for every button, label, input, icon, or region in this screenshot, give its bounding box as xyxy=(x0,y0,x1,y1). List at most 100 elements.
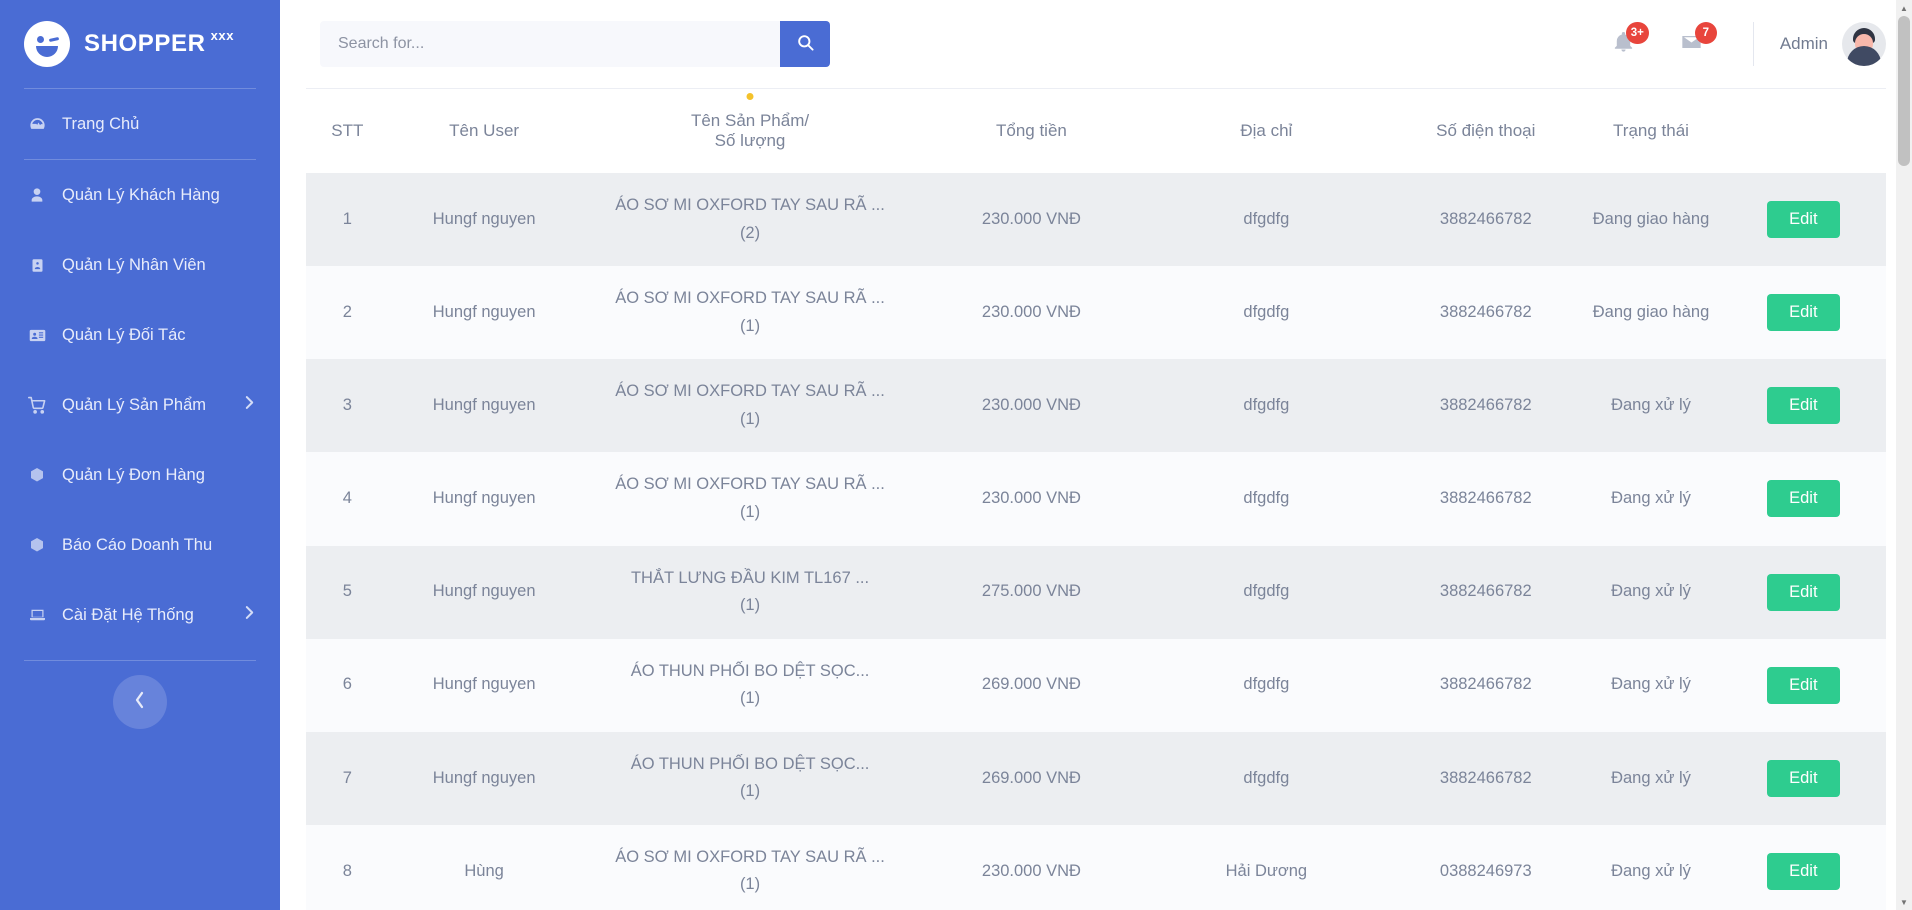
edit-button[interactable]: Edit xyxy=(1767,387,1840,425)
brand-name: SHOPPER xyxy=(84,30,206,57)
cell-stt: 4 xyxy=(342,489,352,508)
cell-address: Hải Dương xyxy=(1225,861,1308,880)
edit-button[interactable]: Edit xyxy=(1767,480,1840,518)
cell-action: Edit xyxy=(1721,452,1886,545)
sidebar-item-quan-ly-doi-tac[interactable]: Quản Lý Đối Tác xyxy=(0,300,280,370)
table-row[interactable]: 3 Hungf nguyen ÁO SƠ MI OXFORD TAY SAU R… xyxy=(306,359,1886,453)
sidebar-item-bao-cao-doanh-thu[interactable]: Báo Cáo Doanh Thu xyxy=(0,510,280,580)
column-header-action xyxy=(1721,89,1886,173)
column-header-user[interactable]: Tên User xyxy=(389,89,580,173)
topbar-right: 3+ 7 Admin xyxy=(1577,22,1886,66)
cell-action: Edit xyxy=(1721,173,1886,266)
cell-product: ÁO SƠ MI OXFORD TAY SAU RÃ ... (2) xyxy=(580,173,921,266)
cell-user: Hungf nguyen xyxy=(432,209,536,228)
sidebar-collapse-button[interactable] xyxy=(113,675,167,729)
cell-product: ÁO SƠ MI OXFORD TAY SAU RÃ ... (1) xyxy=(580,825,921,910)
table-row[interactable]: 4 Hungf nguyen ÁO SƠ MI OXFORD TAY SAU R… xyxy=(306,452,1886,546)
edit-button[interactable]: Edit xyxy=(1767,666,1840,704)
product-name: ÁO SƠ MI OXFORD TAY SAU RÃ ... xyxy=(615,289,885,308)
sidebar-item-quan-ly-san-pham[interactable]: Quản Lý Sản Phẩm xyxy=(0,370,280,440)
cell-phone: 0388246973 xyxy=(1439,861,1532,880)
edit-button[interactable]: Edit xyxy=(1767,201,1840,239)
wink-smiley-icon xyxy=(24,21,70,67)
column-header-product-line2: Số lượng xyxy=(714,131,786,150)
product-name: ÁO SƠ MI OXFORD TAY SAU RÃ ... xyxy=(615,847,885,866)
topbar-separator xyxy=(1752,22,1754,66)
notifications-badge: 3+ xyxy=(1625,22,1649,44)
search-button[interactable] xyxy=(780,21,830,67)
messages-badge: 7 xyxy=(1694,22,1717,44)
product-qty: (1) xyxy=(739,782,761,801)
search-icon xyxy=(796,33,815,55)
main-area: 3+ 7 Admin xyxy=(280,0,1912,910)
table-row[interactable]: 5 Hungf nguyen THẮT LƯNG ĐẦU KIM TL167 .… xyxy=(306,545,1886,639)
cell-status: Đang xử lý xyxy=(1611,489,1691,508)
cell-phone: 3882466782 xyxy=(1439,302,1532,321)
sidebar-item-label: Quản Lý Đối Tác xyxy=(62,325,186,344)
sidebar-item-cai-dat-he-thong[interactable]: Cài Đặt Hệ Thống xyxy=(0,580,280,650)
brand-logo-block[interactable]: SHOPPER xxx xyxy=(0,0,280,88)
column-header-phone[interactable]: Số điện thoại xyxy=(1390,89,1581,173)
cell-action: Edit xyxy=(1721,546,1886,639)
sidebar-item-quan-ly-don-hang[interactable]: Quản Lý Đơn Hàng xyxy=(0,440,280,510)
cell-stt: 6 xyxy=(342,675,352,694)
table-row[interactable]: 2 Hungf nguyen ÁO SƠ MI OXFORD TAY SAU R… xyxy=(306,266,1886,360)
sidebar-item-quan-ly-khach-hang[interactable]: Quản Lý Khách Hàng xyxy=(0,160,280,230)
topbar: 3+ 7 Admin xyxy=(280,0,1912,88)
cell-status: Đang xử lý xyxy=(1611,396,1691,415)
edit-button[interactable]: Edit xyxy=(1767,759,1840,797)
orders-table-body: 1 Hungf nguyen ÁO SƠ MI OXFORD TAY SAU R… xyxy=(306,173,1886,910)
product-qty: (1) xyxy=(739,875,761,894)
sidebar-item-label: Trang Chủ xyxy=(62,114,140,133)
scroll-up-arrow-icon[interactable]: ▲ xyxy=(1896,0,1912,16)
sidebar-item-label: Quản Lý Khách Hàng xyxy=(62,185,220,204)
cell-stt: 7 xyxy=(342,768,352,787)
id-badge-icon xyxy=(24,254,50,276)
cell-address: dfgdfg xyxy=(1243,489,1290,508)
chevron-right-icon xyxy=(245,395,254,415)
user-menu[interactable]: Admin xyxy=(1780,22,1886,66)
cell-product: ÁO SƠ MI OXFORD TAY SAU RÃ ... (1) xyxy=(580,266,921,359)
notifications-button[interactable]: 3+ xyxy=(1603,22,1649,65)
cell-phone: 3882466782 xyxy=(1439,209,1532,228)
search-input[interactable] xyxy=(320,21,780,67)
table-row[interactable]: 6 Hungf nguyen ÁO THUN PHỐI BO DỆT SỌC..… xyxy=(306,638,1886,732)
cell-status: Đang xử lý xyxy=(1611,675,1691,694)
column-header-total[interactable]: Tổng tiền xyxy=(920,89,1142,173)
sidebar-item-label: Báo Cáo Doanh Thu xyxy=(62,535,213,554)
cell-total: 230.000 VNĐ xyxy=(981,861,1081,880)
table-row[interactable]: 7 Hungf nguyen ÁO THUN PHỐI BO DỆT SỌC..… xyxy=(306,731,1886,825)
edit-button[interactable]: Edit xyxy=(1767,294,1840,332)
product-name: ÁO THUN PHỐI BO DỆT SỌC... xyxy=(630,661,870,680)
scrollbar-thumb[interactable] xyxy=(1898,16,1910,166)
sidebar: SHOPPER xxx Trang Chủ Quản Lý Khách Hàng xyxy=(0,0,280,910)
messages-button[interactable]: 7 xyxy=(1671,22,1717,65)
user-name-label: Admin xyxy=(1779,34,1828,53)
chevron-left-icon xyxy=(134,691,146,714)
product-name: ÁO THUN PHỐI BO DỆT SỌC... xyxy=(630,754,870,773)
edit-button[interactable]: Edit xyxy=(1767,573,1840,611)
table-row[interactable]: 8 Hùng ÁO SƠ MI OXFORD TAY SAU RÃ ... (1… xyxy=(306,824,1886,910)
table-row[interactable]: 1 Hungf nguyen ÁO SƠ MI OXFORD TAY SAU R… xyxy=(306,173,1886,267)
column-header-address[interactable]: Địa chỉ xyxy=(1142,89,1390,173)
product-name: ÁO SƠ MI OXFORD TAY SAU RÃ ... xyxy=(615,196,885,214)
sidebar-item-quan-ly-nhan-vien[interactable]: Quản Lý Nhân Viên xyxy=(0,230,280,300)
sidebar-item-trang-chu[interactable]: Trang Chủ xyxy=(0,89,280,159)
column-header-stt[interactable]: STT xyxy=(306,89,389,173)
brand-superscript: xxx xyxy=(210,28,235,43)
cell-product: THẮT LƯNG ĐẦU KIM TL167 ... (1) xyxy=(580,546,921,639)
cell-product: ÁO THUN PHỐI BO DỆT SỌC... (1) xyxy=(580,732,921,825)
cell-status: Đang xử lý xyxy=(1611,582,1691,601)
column-header-status[interactable]: Trạng thái xyxy=(1581,89,1720,173)
column-header-product[interactable]: Tên Sản Phẩm/ Số lượng xyxy=(580,89,921,173)
page-scrollbar[interactable]: ▲ ▼ xyxy=(1896,0,1912,910)
sort-dot-icon xyxy=(746,93,754,100)
orders-table-head: STT Tên User Tên Sản Phẩm/ Số lượng Tổng… xyxy=(306,89,1886,173)
cell-action: Edit xyxy=(1721,639,1886,732)
product-qty: (1) xyxy=(739,409,761,428)
scroll-down-arrow-icon[interactable]: ▼ xyxy=(1896,894,1912,910)
edit-button[interactable]: Edit xyxy=(1767,852,1840,890)
cell-total: 230.000 VNĐ xyxy=(981,209,1081,228)
cell-product: ÁO SƠ MI OXFORD TAY SAU RÃ ... (1) xyxy=(580,359,921,452)
product-name: ÁO SƠ MI OXFORD TAY SAU RÃ ... xyxy=(615,475,885,494)
